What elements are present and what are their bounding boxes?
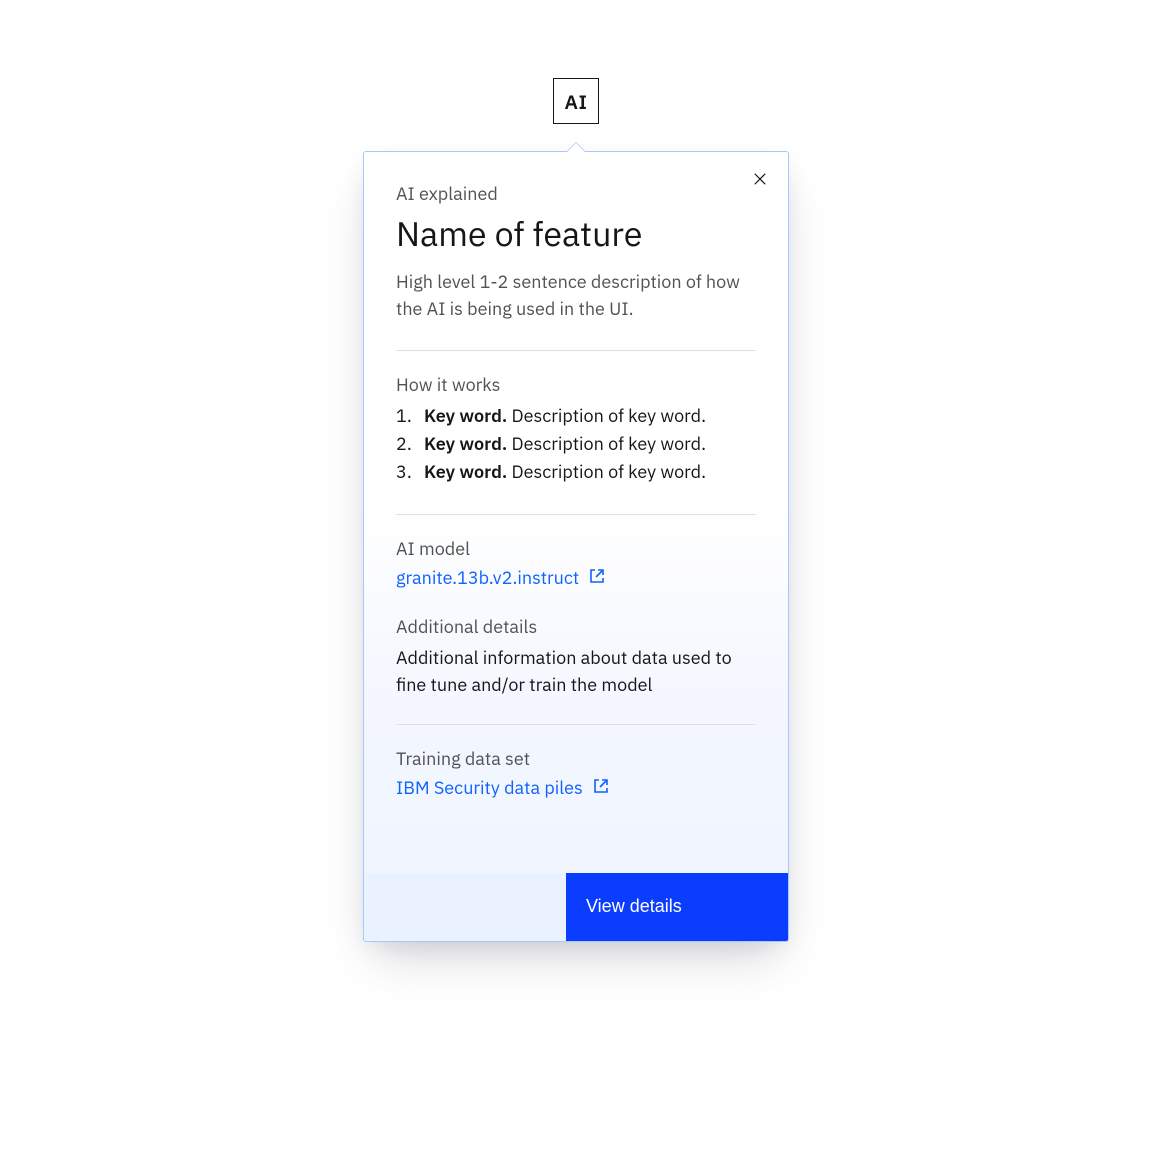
divider [396, 724, 756, 725]
ai-model-link[interactable]: granite.13b.v2.instruct [396, 566, 605, 589]
list-item-desc: Description of key word. [512, 460, 707, 483]
training-data-link-text: IBM Security data piles [396, 776, 583, 799]
training-data-link[interactable]: IBM Security data piles [396, 776, 609, 799]
list-item-key: Key word. [424, 460, 507, 483]
divider [396, 514, 756, 515]
popover-footer: View details [364, 873, 788, 941]
view-details-label: View details [586, 896, 682, 917]
external-link-icon [593, 776, 609, 799]
training-data-label: Training data set [396, 747, 756, 770]
list-item-desc: Description of key word. [512, 432, 707, 455]
popover-description: High level 1-2 sentence description of h… [396, 268, 756, 322]
additional-details-label: Additional details [396, 615, 756, 638]
divider [396, 350, 756, 351]
how-it-works-label: How it works [396, 373, 756, 396]
list-item-key: Key word. [424, 432, 507, 455]
close-icon [753, 172, 767, 189]
additional-details-text: Additional information about data used t… [396, 644, 756, 698]
ai-badge[interactable]: AI [553, 78, 599, 124]
list-item-key: Key word. [424, 404, 507, 427]
list-item: Key word. Description of key word. [396, 458, 756, 486]
list-item: Key word. Description of key word. [396, 430, 756, 458]
external-link-icon [589, 566, 605, 589]
popover-caret [567, 143, 585, 152]
list-item: Key word. Description of key word. [396, 402, 756, 430]
popover-title: Name of feature [396, 215, 756, 254]
ai-model-label: AI model [396, 537, 756, 560]
how-it-works-list: Key word. Description of key word. Key w… [396, 402, 756, 486]
list-item-desc: Description of key word. [512, 404, 707, 427]
ai-model-link-text: granite.13b.v2.instruct [396, 566, 579, 589]
view-details-button[interactable]: View details [566, 873, 788, 941]
close-button[interactable] [746, 166, 774, 194]
ai-badge-label: AI [565, 88, 588, 115]
footer-spacer [364, 873, 566, 941]
ai-explained-popover: AI explained Name of feature High level … [363, 151, 789, 942]
popover-eyebrow: AI explained [396, 182, 756, 205]
